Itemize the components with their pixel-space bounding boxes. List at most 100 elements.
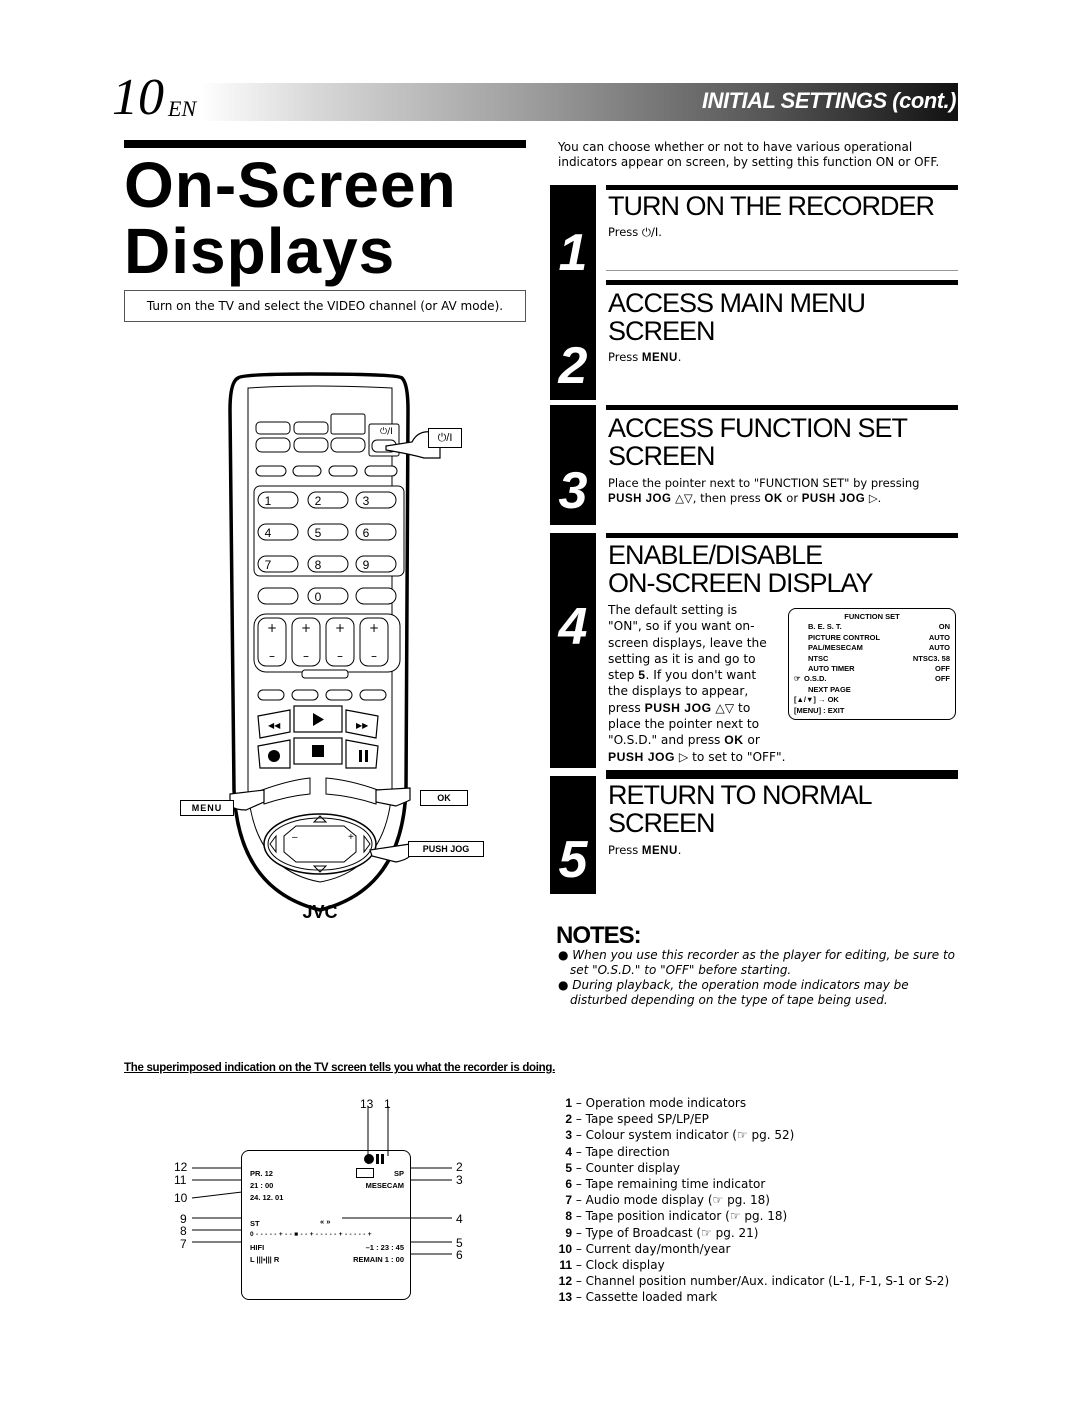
legend-dash: – xyxy=(572,1128,586,1143)
legend-text: Tape direction xyxy=(585,1144,670,1159)
legend-number: 4 xyxy=(565,1144,572,1159)
function-set-row-selected: ☞ O.S.D. OFF xyxy=(794,674,950,684)
legend-item: 5 – Counter display xyxy=(556,1160,949,1176)
svg-text:+: + xyxy=(369,621,379,635)
numpad-key: 0 xyxy=(307,587,349,605)
text: "O.S.D." and press xyxy=(608,733,725,748)
key-step: 5 xyxy=(638,668,646,683)
text: . xyxy=(677,843,682,857)
key-push-jog: PUSH JOG xyxy=(801,493,866,505)
legend-item: 10 – Current day/month/year xyxy=(556,1241,949,1257)
key-menu: MENU xyxy=(641,352,678,364)
step-number-3: 3 xyxy=(550,405,596,525)
row-label: O.S.D. xyxy=(804,674,827,684)
function-set-row: NEXT PAGE xyxy=(794,685,950,695)
svg-text:+: + xyxy=(348,832,354,843)
callout-2: 2 xyxy=(456,1160,463,1174)
svg-text:◀◀: ◀◀ xyxy=(268,721,281,730)
numpad-key: 9 xyxy=(355,555,397,573)
text: Place the pointer next to "FUNCTION SET"… xyxy=(608,476,920,490)
legend-item: 2 – Tape speed SP/LP/EP xyxy=(556,1111,949,1127)
text: press xyxy=(608,700,645,715)
legend-dash: – xyxy=(572,1241,586,1256)
remote-top-btn xyxy=(255,421,291,435)
row-value: OFF xyxy=(935,674,950,684)
intro-text: You can choose whether or not to have va… xyxy=(558,140,940,169)
legend-number: 12 xyxy=(558,1274,572,1289)
text: △▽ to xyxy=(711,700,751,715)
legend-item: 6 – Tape remaining time indicator xyxy=(556,1176,949,1192)
svg-text:–: – xyxy=(371,649,377,663)
legend-text: Cassette loaded mark xyxy=(585,1290,718,1305)
remote-power-label: ⏻/I xyxy=(380,426,393,437)
step-heading-line: RETURN TO NORMAL xyxy=(608,780,873,810)
step-1-heading: TURN ON THE RECORDER xyxy=(608,191,935,221)
record-icon xyxy=(268,750,280,762)
page-title: On-Screen Displays xyxy=(124,152,457,284)
remote-tv-btn xyxy=(293,437,329,453)
legend-item: 7 – Audio mode display (☞ pg. 18) xyxy=(556,1192,949,1208)
numpad-key: 8 xyxy=(307,555,349,573)
step-rule xyxy=(606,405,958,410)
remote-tv-btn xyxy=(330,437,366,453)
note-item: ● During playback, the operation mode in… xyxy=(558,978,909,1007)
step-5-body: Press MENU. xyxy=(608,843,681,859)
jvc-logo: JVC xyxy=(302,902,337,922)
section-title-suffix: (cont.) xyxy=(892,88,956,113)
legend-text: Channel position number/Aux. indicator (… xyxy=(585,1274,950,1289)
title-rule xyxy=(124,140,526,148)
section-title: INITIAL SETTINGS (cont.) xyxy=(702,88,957,114)
legend-text: Audio mode display (☞ pg. 18) xyxy=(585,1193,770,1208)
step-number-1: 1 xyxy=(550,185,596,287)
callout-1: 1 xyxy=(384,1097,391,1111)
legend-item: 12 – Channel position number/Aux. indica… xyxy=(556,1273,949,1289)
step-heading-line: ON-SCREEN DISPLAY xyxy=(608,568,874,598)
step-divider xyxy=(606,270,958,271)
svg-text:–: – xyxy=(292,832,298,843)
text: ▷ to set to "OFF". xyxy=(675,749,786,764)
legend-item: 9 – Type of Broadcast (☞ pg. 21) xyxy=(556,1225,949,1241)
legend-item: 3 – Colour system indicator (☞ pg. 52) xyxy=(556,1127,949,1143)
legend-text: Counter display xyxy=(585,1160,681,1175)
svg-text:+: + xyxy=(267,621,277,635)
key-ok: OK xyxy=(724,733,744,748)
key-menu: MENU xyxy=(641,845,678,857)
numpad-key: 1 xyxy=(257,491,299,509)
legend-number: 6 xyxy=(565,1177,572,1192)
legend-text: Type of Broadcast (☞ pg. 21) xyxy=(585,1225,759,1240)
step-heading-line: SCREEN xyxy=(608,808,716,838)
step-heading-line: ACCESS FUNCTION SET xyxy=(608,413,908,443)
legend-item: 11 – Clock display xyxy=(556,1257,949,1273)
row-label: PAL/MESECAM xyxy=(808,643,863,653)
legend-item: 8 – Tape position indicator (☞ pg. 18) xyxy=(556,1208,949,1224)
superimposed-caption: The superimposed indication on the TV sc… xyxy=(124,1062,556,1074)
callout-4: 4 xyxy=(456,1212,463,1226)
svg-text:2: 2 xyxy=(315,494,322,508)
svg-text:4: 4 xyxy=(265,526,272,540)
text: ▷. xyxy=(865,491,882,505)
row-value: NTSC3. 58 xyxy=(912,653,950,663)
numpad-key: 7 xyxy=(257,555,299,573)
svg-text:–: – xyxy=(303,649,309,663)
step-heading-line: ENABLE/DISABLE xyxy=(608,540,823,570)
svg-text:5: 5 xyxy=(315,526,322,540)
legend-text: Tape position indicator (☞ pg. 18) xyxy=(585,1209,788,1224)
step-4-body: The default setting is "ON", so if you w… xyxy=(608,602,786,765)
svg-text:–: – xyxy=(269,649,275,663)
step-1-body: Press ⏻/I. xyxy=(608,225,662,239)
step-4-heading: ENABLE/DISABLE ON-SCREEN DISPLAY xyxy=(608,540,874,598)
legend-dash: – xyxy=(572,1274,586,1289)
legend-number: 8 xyxy=(565,1209,572,1224)
callout-10: 10 xyxy=(174,1191,188,1205)
row-value: AUTO xyxy=(928,643,950,653)
step-number-4: 4 xyxy=(550,533,596,768)
function-set-row: B. E. S. T. ON xyxy=(794,622,950,632)
step-number-5: 5 xyxy=(550,776,596,894)
page-title-line1: On-Screen xyxy=(124,149,457,221)
tv-note-box: Turn on the TV and select the VIDEO chan… xyxy=(124,290,526,322)
notes-list: ● When you use this recorder as the play… xyxy=(558,948,968,1008)
row-label: AUTO TIMER xyxy=(808,664,855,674)
step-number-text: 3 xyxy=(558,462,588,520)
text: △▽, then press xyxy=(671,491,765,505)
callout-ok: OK xyxy=(420,790,468,806)
